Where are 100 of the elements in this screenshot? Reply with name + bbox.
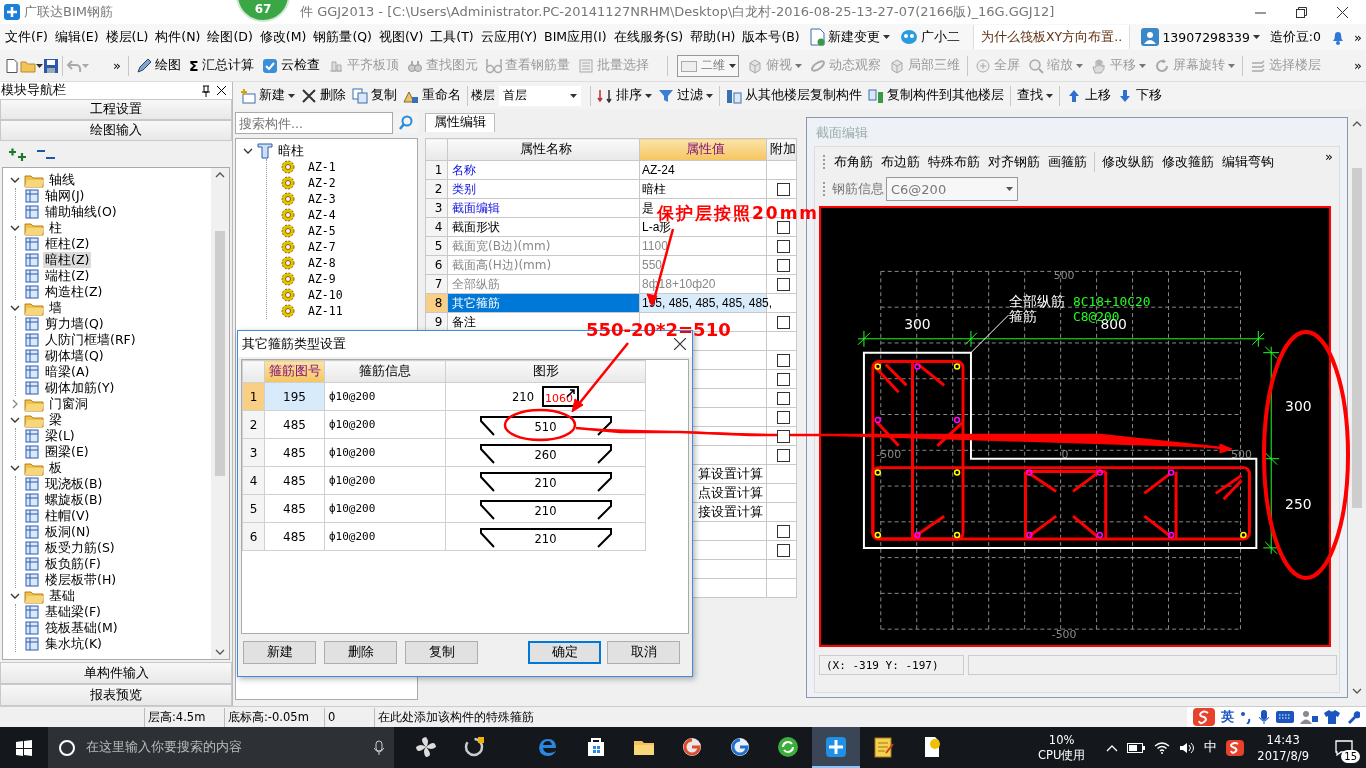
toolbar-button[interactable]: 上移 [1063, 83, 1114, 108]
fan-icon[interactable] [414, 734, 438, 759]
tree-item[interactable]: 暗柱 [276, 143, 306, 159]
menu-item[interactable]: BIM应用(I) [541, 28, 610, 46]
menu-item[interactable]: 修改(M) [256, 28, 310, 46]
module-button[interactable]: 报表预览 [0, 684, 232, 706]
table-cell[interactable]: ф10@200 [324, 522, 446, 551]
tree-item[interactable]: 现浇板(B) [43, 476, 105, 492]
dialog-button[interactable]: 确定 [528, 640, 601, 664]
checkbox[interactable] [777, 316, 790, 329]
property-value[interactable]: 是 [642, 200, 654, 215]
toolbar-button[interactable]: 绘图 [131, 53, 185, 78]
news-link[interactable]: 为什么筏板XY方向布置.. [972, 25, 1131, 49]
menu-item[interactable]: 编辑(E) [51, 28, 102, 46]
rebar-select[interactable]: C6@200 [886, 177, 1018, 201]
tree-item[interactable]: AZ-7 [306, 239, 338, 255]
checkbox[interactable] [777, 259, 790, 272]
toolbar-button[interactable]: 查找 [1014, 83, 1056, 108]
toolbar-button[interactable]: 重命名 [400, 83, 464, 108]
property-name[interactable]: 名称 [447, 160, 640, 180]
menu-button[interactable]: 新建变更 [803, 25, 895, 49]
table-cell[interactable]: ф10@200 [324, 410, 446, 439]
tree-item[interactable]: 端柱(Z) [43, 268, 92, 284]
module-button[interactable]: 绘图输入 [0, 120, 232, 141]
input-mode[interactable]: 英 [1221, 708, 1234, 726]
tree-item[interactable]: 板负筋(F) [43, 556, 103, 572]
checkbox[interactable] [777, 221, 790, 234]
menu-item[interactable]: 构件(N) [152, 28, 204, 46]
toolbar-button[interactable]: 复制构件到其他楼层 [865, 83, 1007, 108]
input-method-icon[interactable] [1226, 739, 1245, 756]
property-name[interactable]: 截面编辑 [447, 198, 640, 218]
checkbox[interactable] [777, 278, 790, 291]
table-cell[interactable]: 195 [264, 382, 325, 411]
close-icon[interactable] [674, 338, 686, 350]
punctuation-icon[interactable] [1240, 710, 1252, 724]
scrollbar[interactable] [211, 168, 229, 659]
checkbox[interactable] [777, 373, 790, 386]
tree-item[interactable]: AZ-2 [306, 175, 338, 191]
property-name[interactable]: 截面高(H边)(mm) [447, 255, 640, 275]
tree-item[interactable]: 梁 [47, 412, 64, 428]
tree-item[interactable]: AZ-4 [306, 207, 338, 223]
tree-item[interactable]: 砌体墙(Q) [43, 348, 106, 364]
table-cell[interactable]: 485 [264, 438, 325, 467]
checkbox[interactable] [777, 392, 790, 405]
close-icon[interactable] [1337, 6, 1348, 18]
tree-item[interactable]: 框柱(Z) [43, 236, 92, 252]
tree-item[interactable]: 板洞(N) [43, 524, 93, 540]
toolbar-button[interactable]: 下移 [1114, 83, 1165, 108]
table-cell[interactable]: 485 [264, 494, 325, 523]
tool-button[interactable]: 画箍筋 [1044, 153, 1091, 171]
expand-all-icon[interactable] [8, 147, 28, 161]
tree-item[interactable]: AZ-3 [306, 191, 338, 207]
toolbar-button[interactable]: 复制 [349, 83, 400, 108]
pin-icon[interactable] [201, 84, 211, 97]
property-value[interactable]: 1100 [642, 239, 668, 253]
search-icon[interactable] [398, 115, 414, 131]
overflow-button[interactable]: » [1350, 58, 1366, 73]
tool-button[interactable]: 对齐钢筋 [984, 153, 1044, 171]
checkbox[interactable] [777, 449, 790, 462]
volume-icon[interactable] [1179, 741, 1196, 754]
column-header[interactable]: 属性值 [639, 138, 767, 161]
tree-item[interactable]: 轴网(J) [43, 188, 87, 204]
tree-item[interactable]: 基础梁(F) [43, 604, 103, 620]
property-name[interactable]: 全部纵筋 [447, 274, 640, 294]
tree-item[interactable]: 梁(L) [43, 428, 77, 444]
table-cell[interactable]: 485 [264, 522, 325, 551]
windows-icon[interactable] [16, 739, 32, 756]
menu-item[interactable]: 帮助(H) [687, 28, 739, 46]
menu-item[interactable]: 视图(V) [375, 28, 427, 46]
tree-item[interactable]: AZ-8 [306, 255, 338, 271]
checkbox[interactable] [777, 240, 790, 253]
checkbox[interactable] [777, 183, 790, 196]
tool-button[interactable]: 编辑弯钩 [1218, 153, 1278, 171]
drawing-canvas[interactable]: 500 -500 0 500 -500 300 800 300 250 全部纵筋 箍筋 8C18+10C20 C8@200 [819, 206, 1331, 647]
table-cell[interactable]: 485 [264, 410, 325, 439]
overflow-button[interactable]: » [109, 58, 125, 73]
user-icon[interactable] [1300, 710, 1318, 724]
tree-item[interactable]: 集水坑(K) [43, 636, 104, 652]
property-value[interactable]: 暗柱 [642, 181, 666, 196]
checkbox[interactable] [777, 525, 790, 538]
toolbar-button[interactable]: 排序 [594, 83, 655, 108]
tool-button[interactable]: 修改箍筋 [1158, 153, 1218, 171]
toolbar-button[interactable]: Σ 汇总计算 [184, 53, 258, 78]
swirl-icon[interactable] [462, 734, 486, 759]
menu-item[interactable]: 绘图(D) [204, 28, 256, 46]
tree-item[interactable]: 剪力墙(Q) [43, 316, 106, 332]
keyboard-icon[interactable] [1276, 711, 1294, 723]
tool-button[interactable]: 修改纵筋 [1098, 153, 1158, 171]
tree-item[interactable]: 暗柱(Z) [43, 252, 92, 268]
checkbox[interactable] [777, 544, 790, 557]
collapse-all-icon[interactable] [36, 147, 56, 161]
module-button[interactable]: 工程设置 [0, 99, 232, 120]
tree-item[interactable]: AZ-11 [306, 303, 345, 319]
tree-item[interactable]: 墙 [47, 300, 64, 316]
tree-item[interactable]: 砌体加筋(Y) [43, 380, 117, 396]
column-header[interactable]: 附加 [766, 138, 797, 161]
tree-item[interactable]: AZ-9 [306, 271, 338, 287]
bell-icon[interactable] [1331, 29, 1346, 45]
property-value[interactable]: 550 [642, 258, 663, 272]
dialog-button[interactable]: 复制 [405, 640, 478, 664]
